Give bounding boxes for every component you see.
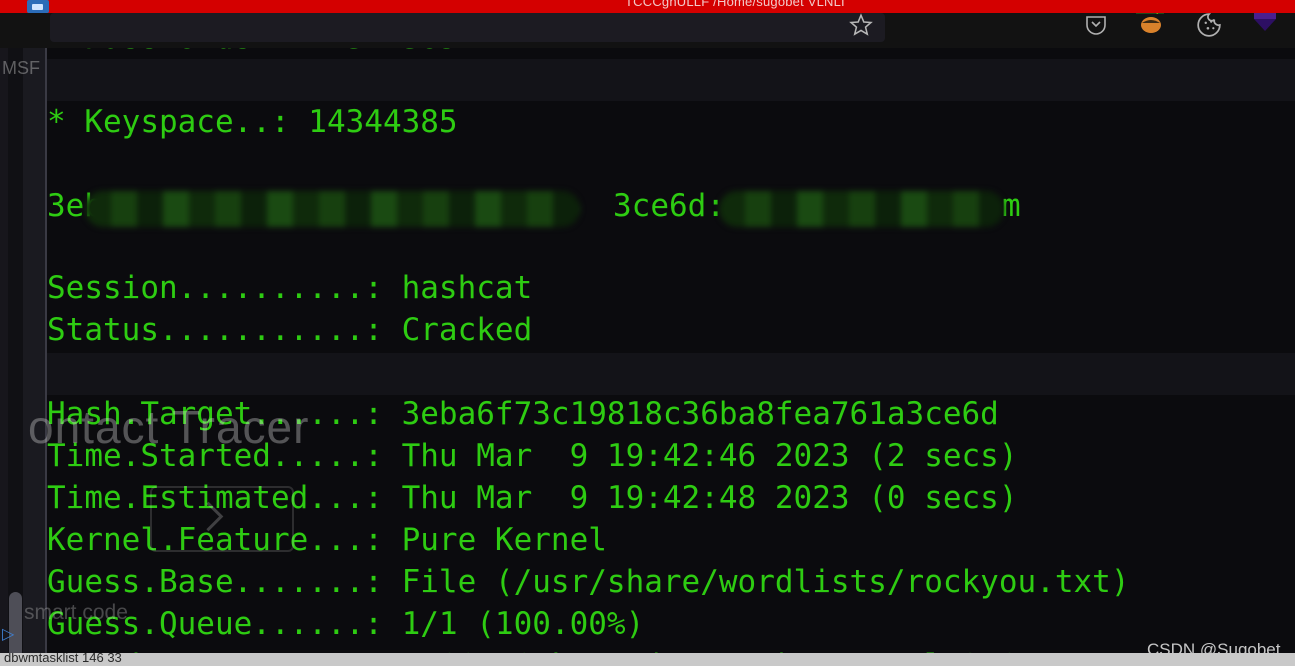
browser-tab-favicon[interactable] [27, 0, 49, 13]
terminal-row-band [47, 59, 1295, 101]
terminal-gutter [23, 13, 46, 666]
url-input[interactable] [50, 13, 885, 42]
bookmark-star-icon[interactable] [848, 12, 874, 42]
terminal-line-time-started: Time.Started.....: Thu Mar 9 19:42:46 20… [47, 438, 1018, 474]
terminal-line-session: Session..........: hashcat [47, 270, 533, 306]
terminal-line-keyspace: * Keyspace..: 14344385 [47, 104, 458, 140]
terminal-line-status: Status...........: Cracked [47, 312, 533, 348]
browser-notification-text: TCCCgnULLF /Home/sugobet VLNLI [625, 0, 845, 9]
redaction-smudge-password [719, 191, 1004, 227]
redaction-smudge-hash [85, 191, 580, 227]
terminal-line-guess-queue: Guess.Queue......: 1/1 (100.00%) [47, 606, 645, 642]
status-bar: dbwmtasklist 146 33 [0, 653, 1295, 666]
screenshot-root: * Passwords.: 14344385 * Bytes.....: 139… [0, 0, 1295, 666]
pocket-save-icon[interactable] [1084, 12, 1108, 40]
terminal-line-kernel-feature: Kernel.Feature...: Pure Kernel [47, 522, 607, 558]
terminal-row-band [47, 353, 1295, 395]
window-left-edge [0, 13, 8, 666]
terminal-gutter-divider [45, 13, 47, 666]
cookie-manager-icon[interactable] [1196, 12, 1222, 42]
terminal-output[interactable]: * Passwords.: 14344385 * Bytes.....: 139… [47, 13, 1295, 666]
terminal-line-guess-base: Guess.Base.......: File (/usr/share/word… [47, 564, 1130, 600]
status-bar-text: dbwmtasklist 146 33 [4, 653, 122, 665]
browser-notification-bar[interactable]: TCCCgnULLF /Home/sugobet VLNLI [0, 0, 1295, 13]
vertical-scrollbar-track[interactable] [8, 13, 23, 666]
contact-tracer-arrow-watermark [150, 486, 294, 552]
terminal-line-hash-target: Hash.Target......: 3eba6f73c19818c36ba8f… [47, 396, 999, 432]
terminal-line-cracked-suffix: m [1002, 188, 1021, 224]
left-edge-glyph: ▷ [2, 626, 15, 643]
